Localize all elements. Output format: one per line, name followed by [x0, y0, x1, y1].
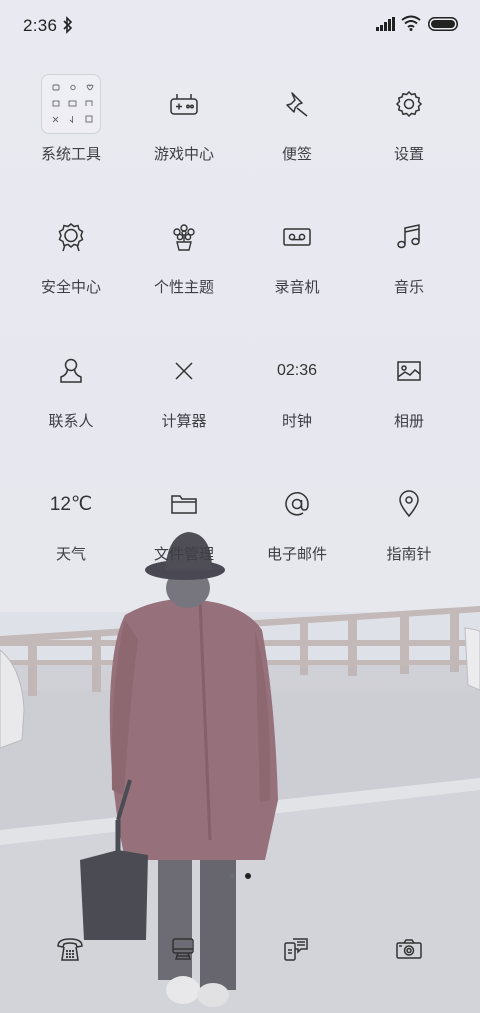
app-label: 天气 [55, 545, 86, 563]
battery-icon [428, 17, 458, 31]
music-note-icon [397, 224, 420, 249]
phone-icon [57, 938, 83, 961]
app-label: 系统工具 [40, 145, 101, 163]
app-settings[interactable]: 设置 [354, 74, 464, 184]
app-compass[interactable]: 指南针 [354, 474, 464, 584]
dock-phone[interactable] [53, 932, 87, 966]
flower-pot-icon [173, 224, 195, 251]
app-label: 联系人 [48, 412, 94, 430]
shield-badge-icon [58, 223, 84, 252]
weather-icon: 12℃ [49, 493, 93, 515]
browser-icon [172, 938, 194, 960]
page-dot-1[interactable] [229, 873, 235, 879]
app-label: 游戏中心 [153, 145, 214, 163]
app-themes[interactable]: 个性主题 [129, 207, 239, 317]
at-sign-icon [285, 492, 309, 516]
location-pin-icon [399, 490, 419, 518]
app-file-manager[interactable]: 文件管理 [129, 474, 239, 584]
dock-camera[interactable] [392, 932, 426, 966]
app-label: 计算器 [161, 412, 207, 430]
app-recorder[interactable]: 录音机 [242, 207, 352, 317]
app-label: 安全中心 [40, 278, 101, 296]
app-game-center[interactable]: 游戏中心 [129, 74, 239, 184]
status-time: 2:36 [23, 16, 58, 35]
gamepad-icon [170, 94, 198, 115]
app-label: 音乐 [393, 278, 424, 296]
app-notes[interactable]: 便签 [242, 74, 352, 184]
app-label: 指南针 [386, 545, 432, 563]
bluetooth-icon [63, 16, 73, 34]
clock-icon: 02:36 [276, 362, 318, 379]
app-label: 录音机 [274, 278, 320, 296]
app-gallery[interactable]: 相册 [354, 341, 464, 451]
app-label: 便签 [281, 145, 312, 163]
app-label: 文件管理 [153, 545, 214, 563]
app-label: 相册 [393, 412, 424, 430]
calculator-icon [175, 362, 193, 380]
app-label: 时钟 [281, 412, 312, 430]
app-email[interactable]: 电子邮件 [242, 474, 352, 584]
app-label: 设置 [393, 145, 424, 163]
app-label: 电子邮件 [266, 545, 327, 563]
messages-icon [284, 938, 308, 961]
cassette-icon [283, 228, 311, 246]
camera-icon [396, 939, 422, 959]
gallery-icon [397, 361, 421, 381]
gear-icon [395, 90, 423, 118]
pin-icon [286, 92, 308, 117]
contact-icon [60, 358, 82, 383]
dock-browser[interactable] [166, 932, 200, 966]
app-calculator[interactable]: 计算器 [129, 341, 239, 451]
dock-messages[interactable] [279, 932, 313, 966]
app-security-center[interactable]: 安全中心 [16, 207, 126, 317]
wifi-icon [401, 15, 421, 31]
app-system-tools[interactable]: 系统工具 [16, 74, 126, 184]
app-weather[interactable]: 12℃ 天气 [16, 474, 126, 584]
app-label: 个性主题 [153, 278, 214, 296]
folder-outline-icon [171, 495, 197, 514]
page-dot-2[interactable] [245, 873, 251, 879]
app-contacts[interactable]: 联系人 [16, 341, 126, 451]
folder-icon [41, 74, 101, 134]
status-bar: 2:36 [0, 0, 480, 52]
app-clock[interactable]: 02:36 时钟 [242, 341, 352, 451]
app-music[interactable]: 音乐 [354, 207, 464, 317]
cellular-signal-icon [376, 17, 395, 31]
